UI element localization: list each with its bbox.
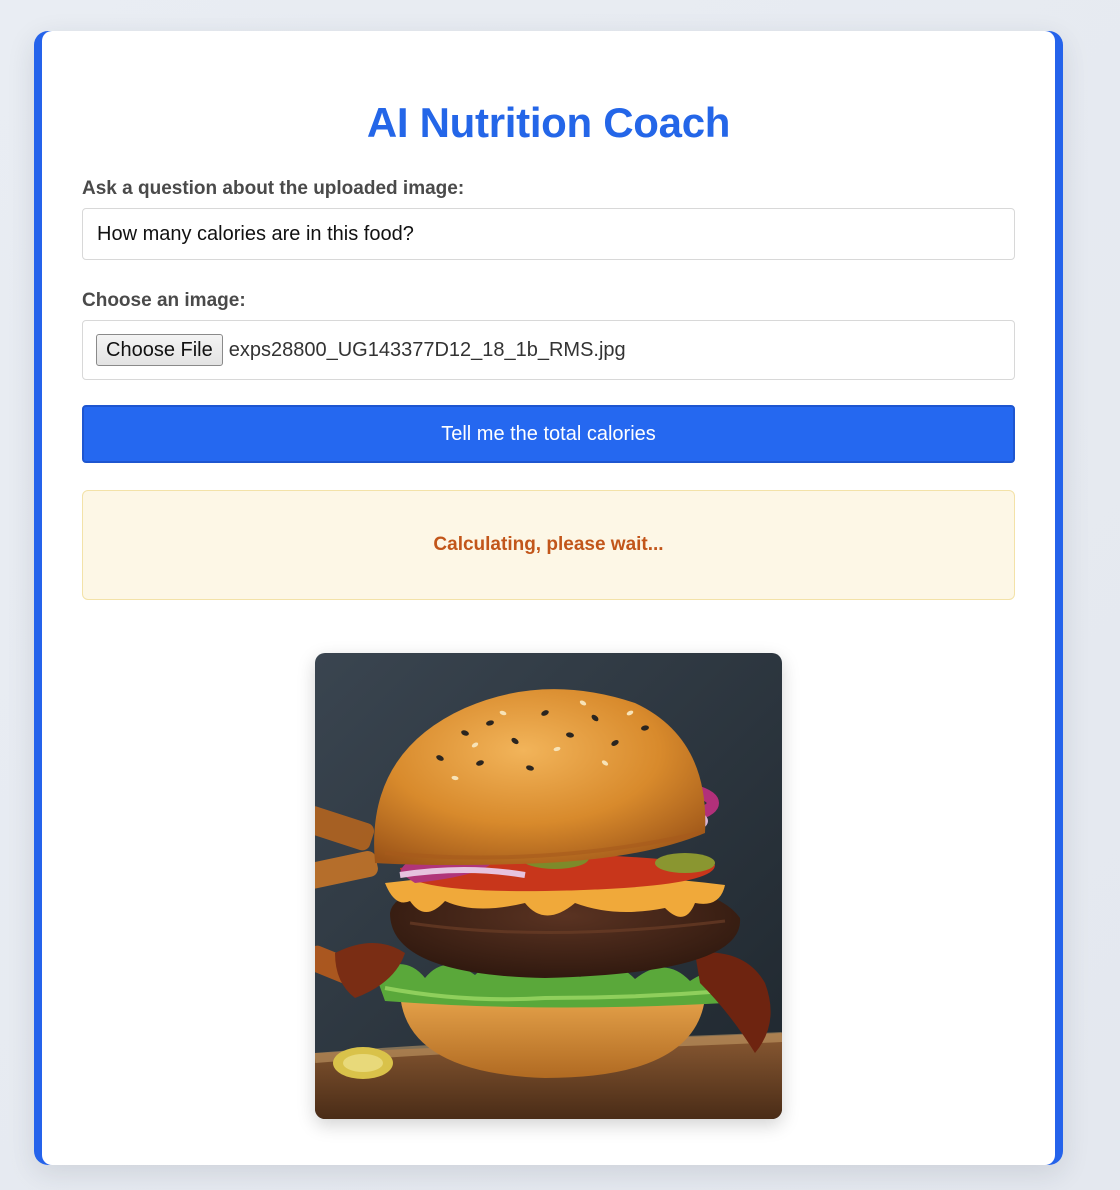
- question-label: Ask a question about the uploaded image:: [82, 178, 465, 199]
- choose-file-button[interactable]: Choose File: [96, 334, 223, 366]
- file-picker: Choose File exps28800_UG143377D12_18_1b_…: [82, 320, 1015, 380]
- page-title: AI Nutrition Coach: [366, 99, 731, 146]
- selected-file-name: exps28800_UG143377D12_18_1b_RMS.jpg: [228, 338, 626, 361]
- question-input[interactable]: [82, 208, 1015, 260]
- image-label: Choose an image:: [82, 290, 246, 311]
- status-panel: Calculating, please wait...: [82, 490, 1015, 600]
- burger-image: [315, 653, 782, 1119]
- calculate-calories-button[interactable]: Tell me the total calories: [82, 405, 1015, 463]
- status-message: Calculating, please wait...: [433, 534, 664, 555]
- card-content: AI Nutrition Coach Ask a question about …: [42, 31, 1055, 1165]
- main-card: AI Nutrition Coach Ask a question about …: [34, 31, 1063, 1165]
- uploaded-image-preview: [315, 653, 782, 1119]
